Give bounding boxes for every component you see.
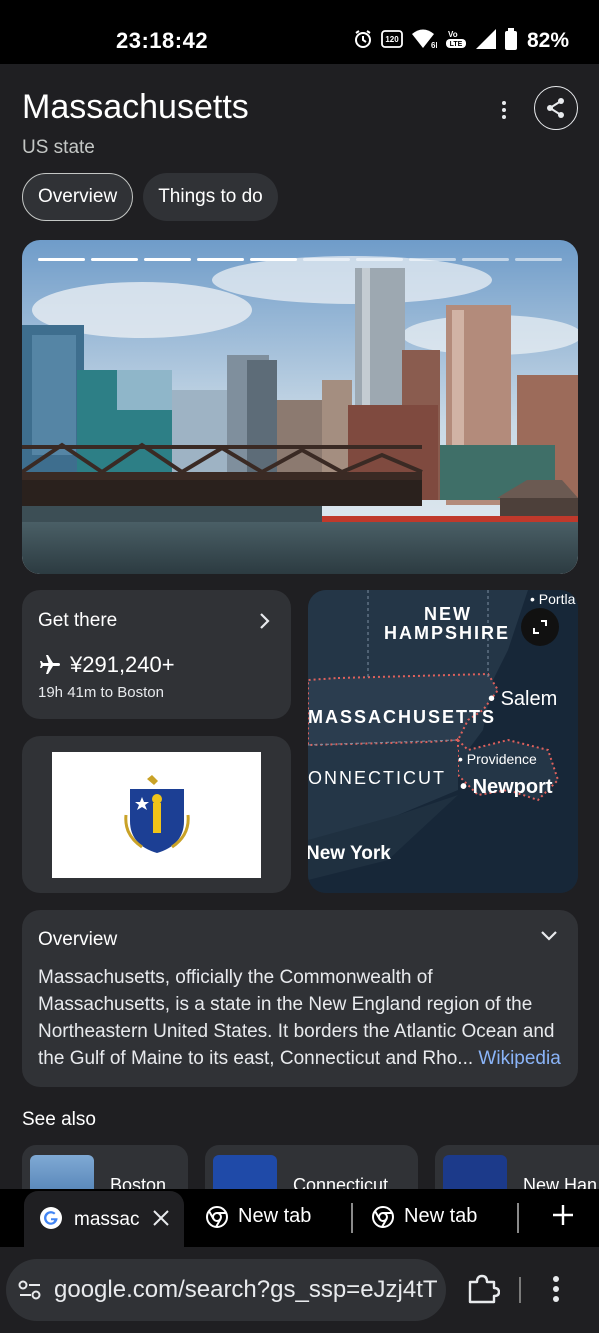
tab-separator (351, 1203, 353, 1233)
share-button[interactable] (534, 86, 578, 130)
tab-overview[interactable]: Overview (22, 173, 134, 221)
map-label-nh-1: NEW (424, 604, 472, 624)
status-icons: 120 6E Vo LTE 82% (353, 27, 569, 55)
page-subtitle: US state (22, 137, 95, 158)
map-label-providence: • Providence (458, 751, 537, 767)
battery-icon (504, 27, 517, 55)
overview-card[interactable]: Overview Massachusetts, officially the C… (22, 910, 578, 1087)
slide-progress (38, 258, 562, 261)
hero-image[interactable] (22, 240, 578, 574)
tab-title: New tab (238, 1205, 312, 1227)
overview-text: Massachusetts, officially the Commonweal… (38, 967, 561, 1069)
alarm-icon (353, 29, 373, 54)
close-tab-icon[interactable] (152, 1209, 170, 1227)
wifi-6e-icon: 6E (411, 28, 441, 55)
tab-chips: Overview Things to do (22, 173, 278, 221)
signal-icon (475, 28, 497, 55)
page-title: Massachusetts (22, 88, 249, 126)
volte-icon: Vo LTE (445, 28, 467, 55)
omnibox[interactable]: google.com/search?gs_ssp=eJzj4tT (6, 1259, 446, 1321)
map-thumbnail[interactable]: NEW HAMPSHIRE • Portla MASSACHUSETTS • S… (308, 590, 578, 893)
url-text: google.com/search?gs_ssp=eJzj4tT (54, 1276, 438, 1303)
tab-separator (517, 1203, 519, 1233)
chrome-icon (206, 1205, 228, 1228)
wikipedia-link[interactable]: Wikipedia (478, 1048, 560, 1069)
new-tab-plus-icon[interactable] (551, 1203, 575, 1227)
extensions-icon[interactable] (466, 1273, 500, 1305)
chevron-right-icon (260, 613, 270, 629)
refresh-rate-icon: 120 (381, 29, 403, 54)
airplane-icon (40, 655, 60, 674)
map-label-newport: • Newport (460, 776, 553, 798)
overview-heading: Overview (38, 929, 118, 950)
battery-percent: 82% (526, 29, 569, 52)
map-label-newyork: New York (308, 843, 391, 864)
map-label-portland: • Portla (530, 591, 576, 607)
chrome-icon (372, 1205, 394, 1228)
tab-new-2[interactable]: New tab (372, 1205, 477, 1228)
map-label-connecticut: ONNECTICUT (308, 768, 446, 788)
share-icon (547, 98, 564, 118)
flight-duration: 19h 41m to Boston (38, 684, 164, 701)
map-label-salem: • Salem (488, 688, 558, 710)
tab-things-to-do[interactable]: Things to do (143, 173, 278, 221)
expand-icon (533, 620, 547, 634)
svg-text:6E: 6E (431, 41, 437, 50)
flight-price: ¥291,240+ (38, 652, 175, 678)
svg-text:Vo: Vo (448, 30, 458, 39)
tab-title: massac (74, 1209, 140, 1230)
status-bar: 23:18:42 120 6E Vo LTE 82% (0, 0, 599, 64)
map-label-massachusetts: MASSACHUSETTS (308, 707, 497, 727)
map-label-nh-2: HAMPSHIRE (384, 623, 511, 643)
get-there-card[interactable]: Get there ¥291,240+ 19h 41m to Boston (22, 590, 291, 719)
more-options-button[interactable] (494, 98, 514, 122)
toolbar-separator (519, 1277, 521, 1303)
svg-text:120: 120 (385, 35, 399, 44)
see-also-heading: See also (22, 1109, 96, 1130)
flight-price-value: ¥291,240+ (70, 652, 175, 677)
chevron-down-icon[interactable] (540, 930, 558, 942)
browser-menu-icon[interactable] (552, 1275, 560, 1303)
get-there-label: Get there (38, 610, 118, 631)
tab-active[interactable]: massac (24, 1191, 184, 1247)
tab-strip: massac New tab New tab (0, 1189, 599, 1247)
tab-new-1[interactable]: New tab (206, 1205, 311, 1228)
expand-map-button[interactable] (521, 608, 559, 646)
boston-skyline-photo (22, 240, 578, 574)
coat-of-arms-icon (123, 775, 190, 853)
browser-toolbar: google.com/search?gs_ssp=eJzj4tT (0, 1247, 599, 1333)
google-icon (40, 1207, 62, 1229)
massachusetts-flag (52, 752, 261, 878)
flag-card[interactable] (22, 736, 291, 893)
status-time: 23:18:42 (116, 28, 209, 53)
svg-text:LTE: LTE (450, 41, 463, 48)
site-settings-icon[interactable] (18, 1279, 42, 1301)
tab-title: New tab (404, 1205, 478, 1227)
knowledge-panel-header: Massachusetts US state Overview Things t… (0, 64, 599, 234)
